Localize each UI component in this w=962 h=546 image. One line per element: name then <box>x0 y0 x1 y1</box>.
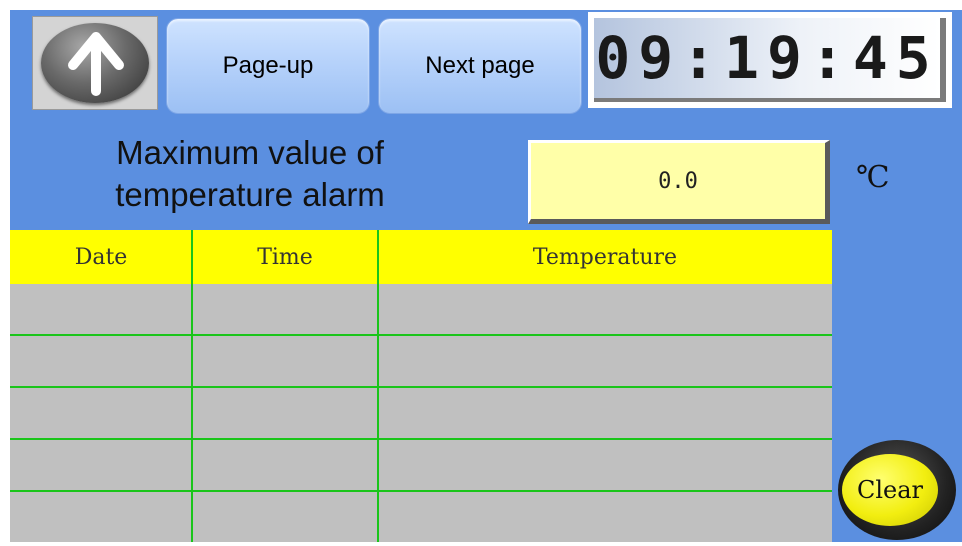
column-divider <box>377 230 379 542</box>
next-page-button[interactable]: Next page <box>378 18 582 114</box>
table-cell <box>10 388 192 438</box>
clear-button[interactable]: Clear <box>838 440 956 540</box>
table-cell <box>192 284 378 334</box>
clear-button-label: Clear <box>842 454 938 526</box>
table-cell <box>192 492 378 542</box>
table-cell <box>10 284 192 334</box>
table-cell <box>192 336 378 386</box>
clock-value: 09:19:45 <box>594 18 946 102</box>
row-divider <box>10 490 832 492</box>
scroll-up-button[interactable] <box>32 16 158 110</box>
row-divider <box>10 386 832 388</box>
table-cell <box>378 336 832 386</box>
alarm-label-line1: Maximum value of <box>116 134 384 171</box>
table-cell <box>10 440 192 490</box>
table-cell <box>192 388 378 438</box>
table-cell <box>378 440 832 490</box>
hmi-screen: Page-up Next page 09:19:45 Maximum value… <box>0 0 962 546</box>
column-divider <box>191 230 193 542</box>
alarm-max-value-field[interactable]: 0.0 <box>528 140 830 224</box>
table-cell <box>10 492 192 542</box>
row-divider <box>10 438 832 440</box>
alarm-max-label: Maximum value of temperature alarm <box>70 132 430 216</box>
table-cell <box>378 492 832 542</box>
temperature-unit: ℃ <box>856 160 890 195</box>
table-body <box>10 284 832 542</box>
row-divider <box>10 334 832 336</box>
main-panel: Page-up Next page 09:19:45 Maximum value… <box>10 10 962 542</box>
table-cell <box>378 284 832 334</box>
table-cell <box>378 388 832 438</box>
table-cell <box>192 440 378 490</box>
table-header: Date Time Temperature <box>10 230 832 284</box>
column-header-temperature: Temperature <box>532 244 678 270</box>
table-cell <box>10 336 192 386</box>
column-header-date: Date <box>74 244 128 270</box>
page-up-button[interactable]: Page-up <box>166 18 370 114</box>
clock-display: 09:19:45 <box>588 12 952 108</box>
alarm-label-line2: temperature alarm <box>115 176 385 213</box>
up-arrow-icon <box>68 32 124 96</box>
column-header-time: Time <box>257 244 313 270</box>
